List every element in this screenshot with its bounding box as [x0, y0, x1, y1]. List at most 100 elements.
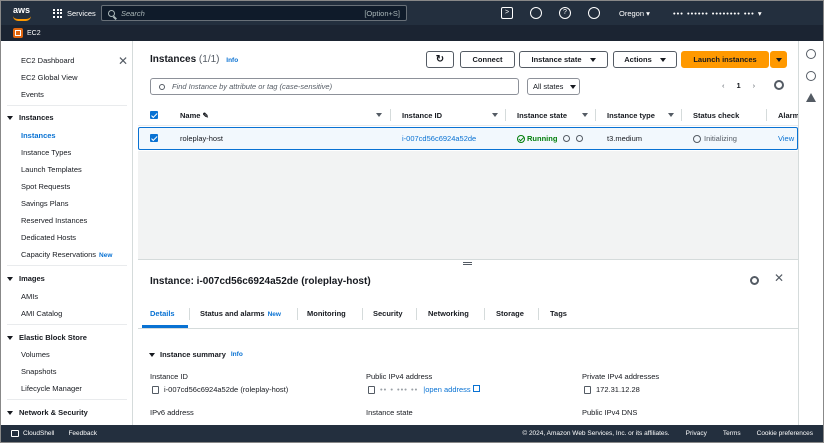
aws-logo[interactable]: aws: [9, 1, 41, 25]
states-dropdown[interactable]: All states: [527, 78, 580, 95]
tab-details[interactable]: Details: [150, 309, 175, 318]
sidebar-item-global-view[interactable]: EC2 Global View: [21, 73, 78, 82]
states-label: All states: [533, 82, 564, 91]
sidebar-item-lifecycle-manager[interactable]: Lifecycle Manager: [21, 384, 82, 393]
info-link[interactable]: Info: [231, 351, 243, 358]
copy-icon[interactable]: [368, 385, 375, 394]
row-checkbox[interactable]: [150, 134, 158, 142]
column-header-instance-type[interactable]: Instance type: [607, 111, 655, 120]
sidebar-section-ebs[interactable]: Elastic Block Store: [7, 333, 87, 342]
tab-status-and-alarms[interactable]: Status and alarms New: [200, 309, 281, 318]
caret-down-icon: [7, 410, 13, 415]
next-page-icon[interactable]: ›: [753, 81, 756, 90]
sidebar-item-savings-plans[interactable]: Savings Plans: [21, 199, 69, 208]
tab-security[interactable]: Security: [373, 309, 403, 318]
instance-summary-header[interactable]: Instance summary Info: [149, 350, 243, 359]
select-all-checkbox[interactable]: [150, 111, 158, 119]
refresh-button[interactable]: ↻: [426, 51, 454, 68]
sidebar-item-instance-types[interactable]: Instance Types: [21, 148, 71, 157]
cloudshell-icon[interactable]: >: [501, 7, 513, 19]
sidebar-item-capacity-reservations[interactable]: Capacity Reservations New: [21, 250, 112, 259]
sidebar-item-launch-templates[interactable]: Launch Templates: [21, 165, 82, 174]
cookie-preferences-link[interactable]: Cookie preferences: [757, 430, 813, 437]
panel-preferences-gear-icon[interactable]: [750, 276, 759, 285]
account-menu[interactable]: ••• •••••• •••••••• ••• ▾: [673, 9, 763, 18]
cell-alarm-view-link[interactable]: View: [778, 134, 794, 143]
help-icon[interactable]: ?: [559, 7, 571, 19]
notifications-warning-icon[interactable]: [806, 93, 816, 102]
sidebar: ✕ EC2 Dashboard EC2 Global View Events I…: [1, 41, 133, 425]
sidebar-item-volumes[interactable]: Volumes: [21, 350, 50, 359]
tab-networking[interactable]: Networking: [428, 309, 469, 318]
sidebar-item-ec2-dashboard[interactable]: EC2 Dashboard: [21, 56, 74, 65]
services-menu[interactable]: Services: [53, 8, 96, 18]
new-badge: New: [267, 311, 281, 318]
notifications-bell-icon[interactable]: [530, 7, 542, 19]
region-selector[interactable]: Oregon ▾: [619, 9, 650, 18]
tab-monitoring[interactable]: Monitoring: [307, 309, 346, 318]
drag-handle-icon[interactable]: [463, 262, 472, 265]
search-input[interactable]: Search [Option+S]: [101, 5, 407, 21]
connect-button[interactable]: Connect: [460, 51, 515, 68]
sidebar-item-spot-requests[interactable]: Spot Requests: [21, 182, 70, 191]
column-header-name[interactable]: Name ✎: [180, 111, 209, 120]
sidebar-section-images[interactable]: Images: [7, 274, 45, 283]
page-number[interactable]: 1: [737, 81, 741, 90]
launch-dropdown-button[interactable]: [770, 51, 787, 68]
cell-instance-id-link[interactable]: i-007cd56c6924a52de: [402, 134, 476, 143]
privacy-link[interactable]: Privacy: [686, 430, 707, 437]
detail-panel-title: Instance: i-007cd56c6924a52de (roleplay-…: [150, 276, 371, 287]
column-header-status-check[interactable]: Status check: [693, 111, 739, 120]
instance-id-label: Instance ID: [150, 372, 188, 381]
column-header-instance-id[interactable]: Instance ID: [402, 111, 442, 120]
sidebar-item-instances[interactable]: Instances: [21, 131, 56, 140]
table-row[interactable]: roleplay-host i-007cd56c6924a52de Runnin…: [138, 127, 798, 150]
sort-icon[interactable]: [668, 113, 674, 117]
private-ipv4-label: Private IPv4 addresses: [582, 372, 660, 381]
sidebar-item-reserved-instances[interactable]: Reserved Instances: [21, 216, 87, 225]
split-panel-divider[interactable]: [138, 259, 798, 267]
service-name[interactable]: EC2: [27, 30, 41, 37]
info-link[interactable]: Info: [226, 57, 238, 64]
open-address-link[interactable]: |open address: [423, 385, 480, 394]
sidebar-item-snapshots[interactable]: Snapshots: [21, 367, 56, 376]
actions-button[interactable]: Actions: [613, 51, 677, 68]
tab-tags[interactable]: Tags: [550, 309, 567, 318]
sidebar-item-ami-catalog[interactable]: AMI Catalog: [21, 309, 62, 318]
copy-icon[interactable]: [584, 385, 591, 394]
sort-icon[interactable]: [582, 113, 588, 117]
sidebar-item-events[interactable]: Events: [21, 90, 44, 99]
table-preferences-gear-icon[interactable]: [774, 80, 784, 90]
terminal-icon: [11, 430, 19, 437]
section-title: Instances: [19, 113, 54, 122]
zoom-out-icon[interactable]: [576, 135, 584, 142]
section-title: Images: [19, 274, 45, 283]
prev-page-icon[interactable]: ‹: [722, 81, 725, 90]
instance-filter-input[interactable]: Find Instance by attribute or tag (case-…: [150, 78, 519, 95]
column-header-instance-state[interactable]: Instance state: [517, 111, 567, 120]
terms-link[interactable]: Terms: [723, 430, 741, 437]
tab-storage[interactable]: Storage: [496, 309, 524, 318]
history-icon[interactable]: [806, 71, 816, 81]
cloudshell-button[interactable]: CloudShell: [11, 430, 54, 437]
zoom-in-icon[interactable]: [563, 135, 571, 142]
instance-state-button[interactable]: Instance state: [519, 51, 608, 68]
sidebar-section-network-security[interactable]: Network & Security: [7, 408, 88, 417]
sort-icon[interactable]: [376, 113, 382, 117]
close-panel-icon[interactable]: ✕: [774, 271, 784, 285]
launch-instances-button[interactable]: Launch instances: [681, 51, 769, 68]
settings-gear-icon[interactable]: [588, 7, 600, 19]
sidebar-item-dedicated-hosts[interactable]: Dedicated Hosts: [21, 233, 76, 242]
sort-icon[interactable]: [492, 113, 498, 117]
copy-icon[interactable]: [152, 385, 159, 394]
instance-id-value: i-007cd56c6924a52de (roleplay-host): [152, 385, 288, 394]
column-separator: [681, 109, 682, 121]
close-sidebar-icon[interactable]: ✕: [118, 54, 128, 68]
value-text: i-007cd56c6924a52de (roleplay-host): [164, 385, 289, 394]
feedback-link[interactable]: Feedback: [68, 430, 97, 437]
sidebar-item-amis[interactable]: AMIs: [21, 292, 38, 301]
info-panel-icon[interactable]: [806, 49, 816, 59]
column-header-alarm[interactable]: Alarm: [778, 111, 799, 120]
sidebar-section-instances[interactable]: Instances: [7, 113, 54, 122]
section-title: Network & Security: [19, 408, 88, 417]
